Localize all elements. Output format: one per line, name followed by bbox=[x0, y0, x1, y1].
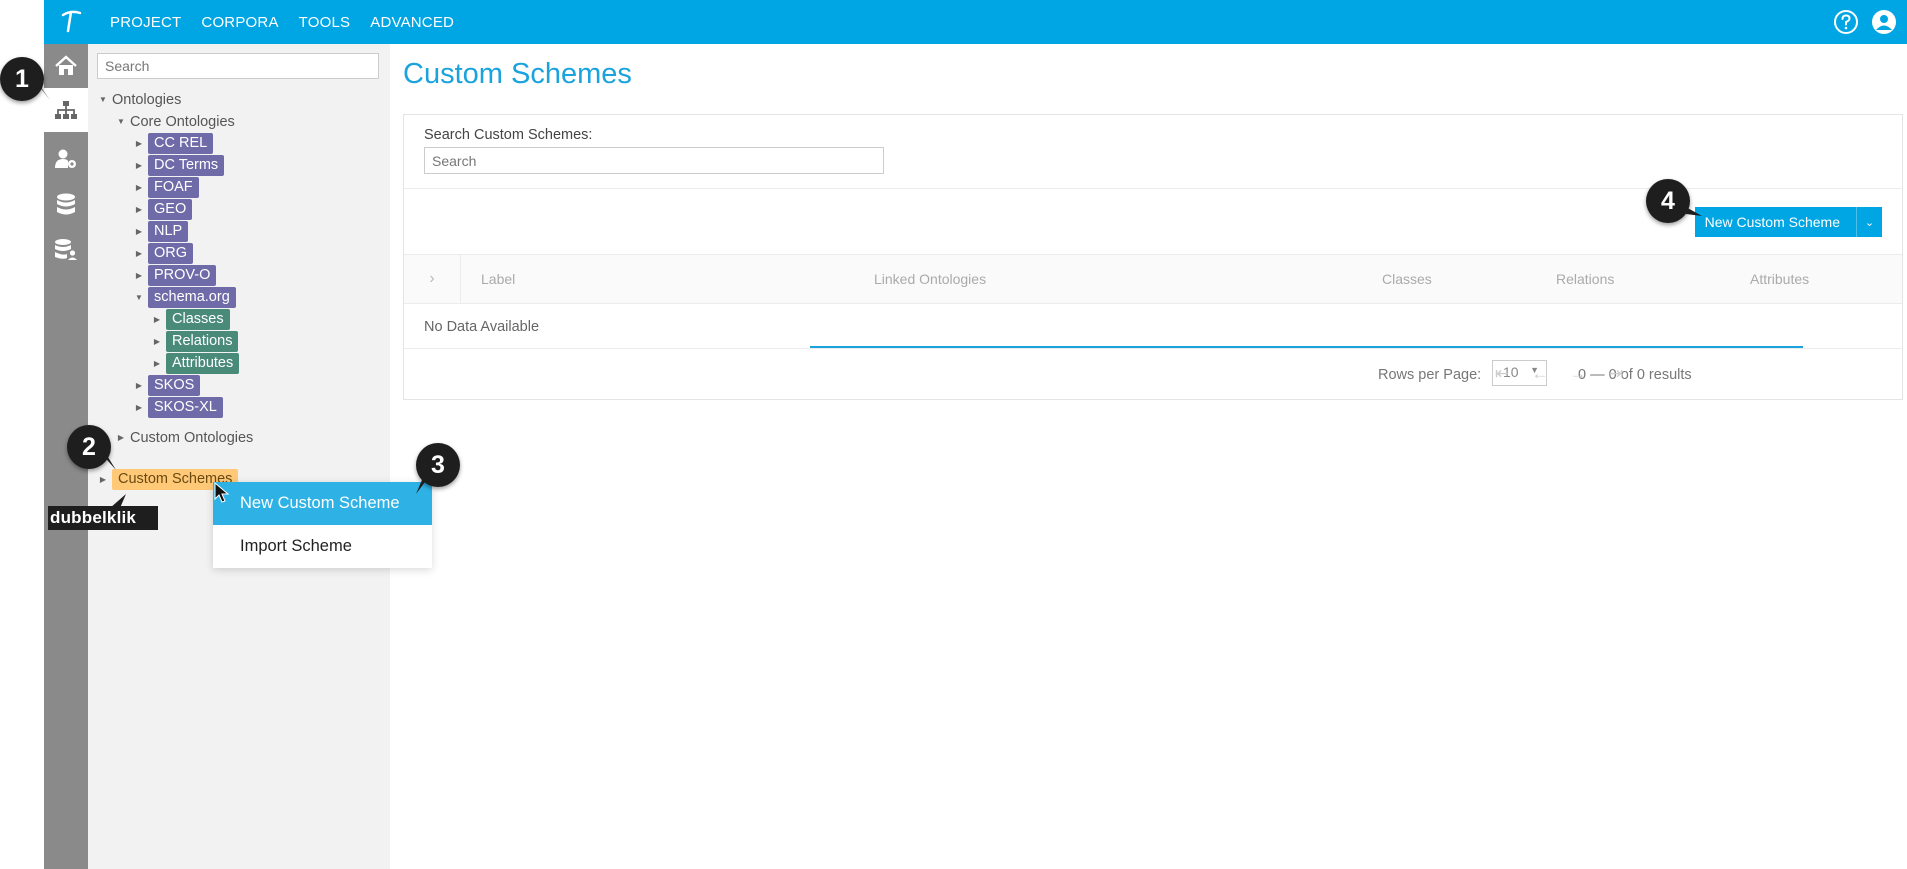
double-click-label: dubbelklik bbox=[48, 506, 158, 530]
tree-node-foaf[interactable]: ▶ FOAF bbox=[133, 177, 199, 198]
tree-node-core-ontologies[interactable]: ▼ Core Ontologies bbox=[115, 112, 235, 131]
badge-pointer-3 bbox=[416, 478, 428, 494]
mouse-cursor-icon bbox=[214, 481, 230, 509]
top-navbar: PROJECT CORPORA TOOLS ADVANCED bbox=[44, 0, 1907, 44]
last-page-icon[interactable]: ⇥ bbox=[1604, 362, 1628, 386]
new-custom-scheme-label[interactable]: New Custom Scheme bbox=[1695, 214, 1856, 230]
collapsed-triangle-icon[interactable]: ▶ bbox=[133, 380, 145, 392]
tree-node-geo[interactable]: ▶ GEO bbox=[133, 199, 193, 220]
collapsed-triangle-icon[interactable]: ▶ bbox=[133, 270, 145, 282]
tree-node-nlp[interactable]: ▶ NLP bbox=[133, 221, 189, 242]
tree-node-skos[interactable]: ▶ SKOS bbox=[133, 375, 201, 396]
nav-advanced[interactable]: ADVANCED bbox=[370, 14, 454, 31]
database-icon[interactable] bbox=[44, 183, 88, 227]
tree-node-cc-rel[interactable]: ▶ CC REL bbox=[133, 133, 214, 154]
column-label[interactable]: Label bbox=[481, 271, 515, 287]
top-nav-menu: PROJECT CORPORA TOOLS ADVANCED bbox=[110, 0, 474, 44]
app-logo-icon[interactable] bbox=[56, 6, 86, 36]
collapsed-triangle-icon[interactable]: ▶ bbox=[133, 160, 145, 172]
expand-chevron-icon[interactable]: › bbox=[404, 255, 461, 303]
nav-project[interactable]: PROJECT bbox=[110, 14, 181, 31]
collapsed-triangle-icon[interactable]: ▶ bbox=[133, 402, 145, 414]
expanded-triangle-icon[interactable]: ▼ bbox=[115, 116, 127, 128]
badge-pointer-2 bbox=[100, 452, 116, 470]
collapsed-triangle-icon[interactable]: ▶ bbox=[151, 358, 163, 370]
rows-per-page-label: Rows per Page: bbox=[1378, 367, 1482, 383]
pagination-range: 0 — 0 of 0 results bbox=[1578, 367, 1692, 383]
ontology-tree-panel: ▼Ontologies ▼Core Ontologies ▶CC REL ▶DC… bbox=[88, 44, 390, 869]
column-attributes[interactable]: Attributes bbox=[1750, 271, 1809, 287]
collapsed-triangle-icon[interactable]: ▶ bbox=[133, 226, 145, 238]
menu-new-custom-scheme[interactable]: New Custom Scheme bbox=[213, 482, 432, 525]
tree-node-skos-xl[interactable]: ▶ SKOS-XL bbox=[133, 397, 223, 418]
collapsed-triangle-icon[interactable]: ▶ bbox=[97, 474, 109, 486]
main-content: Custom Schemes Search Custom Schemes: Ne… bbox=[390, 44, 1907, 869]
chevron-down-icon[interactable]: ⌄ bbox=[1856, 207, 1882, 237]
collapsed-triangle-icon[interactable]: ▶ bbox=[151, 314, 163, 326]
tree-node-prov-o[interactable]: ▶ PROV-O bbox=[133, 265, 217, 286]
database-user-icon[interactable] bbox=[44, 228, 88, 272]
nav-corpora[interactable]: CORPORA bbox=[201, 14, 278, 31]
table-header: › Label Linked Ontologies Classes Relati… bbox=[404, 254, 1902, 304]
menu-import-scheme[interactable]: Import Scheme bbox=[213, 525, 432, 568]
column-relations[interactable]: Relations bbox=[1556, 271, 1614, 287]
column-linked-ontologies[interactable]: Linked Ontologies bbox=[874, 271, 986, 287]
expanded-triangle-icon[interactable]: ▼ bbox=[133, 292, 145, 304]
schemes-search-input[interactable] bbox=[424, 147, 884, 174]
tree-node-attributes[interactable]: ▶ Attributes bbox=[151, 353, 240, 374]
user-account-icon[interactable] bbox=[1869, 7, 1899, 37]
first-page-icon[interactable]: ⇤ bbox=[1490, 362, 1514, 386]
tree-node-ontologies[interactable]: ▼ Ontologies bbox=[97, 90, 181, 109]
tree-search-input[interactable] bbox=[97, 53, 379, 79]
no-data-message: No Data Available bbox=[424, 319, 540, 335]
new-custom-scheme-button[interactable]: New Custom Scheme ⌄ bbox=[1694, 207, 1882, 237]
column-classes[interactable]: Classes bbox=[1382, 271, 1432, 287]
collapsed-triangle-icon[interactable]: ▶ bbox=[133, 248, 145, 260]
expanded-triangle-icon[interactable]: ▼ bbox=[97, 94, 109, 106]
collapsed-triangle-icon[interactable]: ▶ bbox=[151, 336, 163, 348]
collapsed-triangle-icon[interactable]: ▶ bbox=[133, 182, 145, 194]
user-settings-icon[interactable] bbox=[44, 137, 88, 181]
badge-pointer-1 bbox=[36, 82, 50, 100]
badge-pointer-4 bbox=[1684, 206, 1702, 216]
search-label: Search Custom Schemes: bbox=[424, 127, 593, 143]
prev-page-icon[interactable]: ← bbox=[1528, 362, 1552, 386]
collapsed-triangle-icon[interactable]: ▶ bbox=[133, 138, 145, 150]
context-menu: New Custom Scheme Import Scheme bbox=[213, 482, 432, 568]
tree-node-dc-terms[interactable]: ▶ DC Terms bbox=[133, 155, 225, 176]
collapsed-triangle-icon[interactable]: ▶ bbox=[133, 204, 145, 216]
tree-node-relations[interactable]: ▶ Relations bbox=[151, 331, 239, 352]
next-page-icon[interactable]: → bbox=[1566, 362, 1590, 386]
top-icons bbox=[1831, 0, 1907, 44]
page-title: Custom Schemes bbox=[403, 58, 632, 90]
tree-node-schema-org[interactable]: ▼ schema.org bbox=[133, 287, 236, 308]
tree-node-classes[interactable]: ▶ Classes bbox=[151, 309, 230, 330]
tree-node-custom-ontologies[interactable]: ▶ Custom Ontologies bbox=[115, 428, 253, 447]
help-icon[interactable] bbox=[1831, 7, 1861, 37]
tree-node-org[interactable]: ▶ ORG bbox=[133, 243, 194, 264]
schemes-table-panel: Search Custom Schemes: New Custom Scheme… bbox=[403, 114, 1903, 400]
collapsed-triangle-icon[interactable]: ▶ bbox=[115, 432, 127, 444]
table-footer: Rows per Page: 10 ▼ 0 — 0 of 0 results ⇤… bbox=[404, 348, 1902, 400]
nav-tools[interactable]: TOOLS bbox=[299, 14, 351, 31]
